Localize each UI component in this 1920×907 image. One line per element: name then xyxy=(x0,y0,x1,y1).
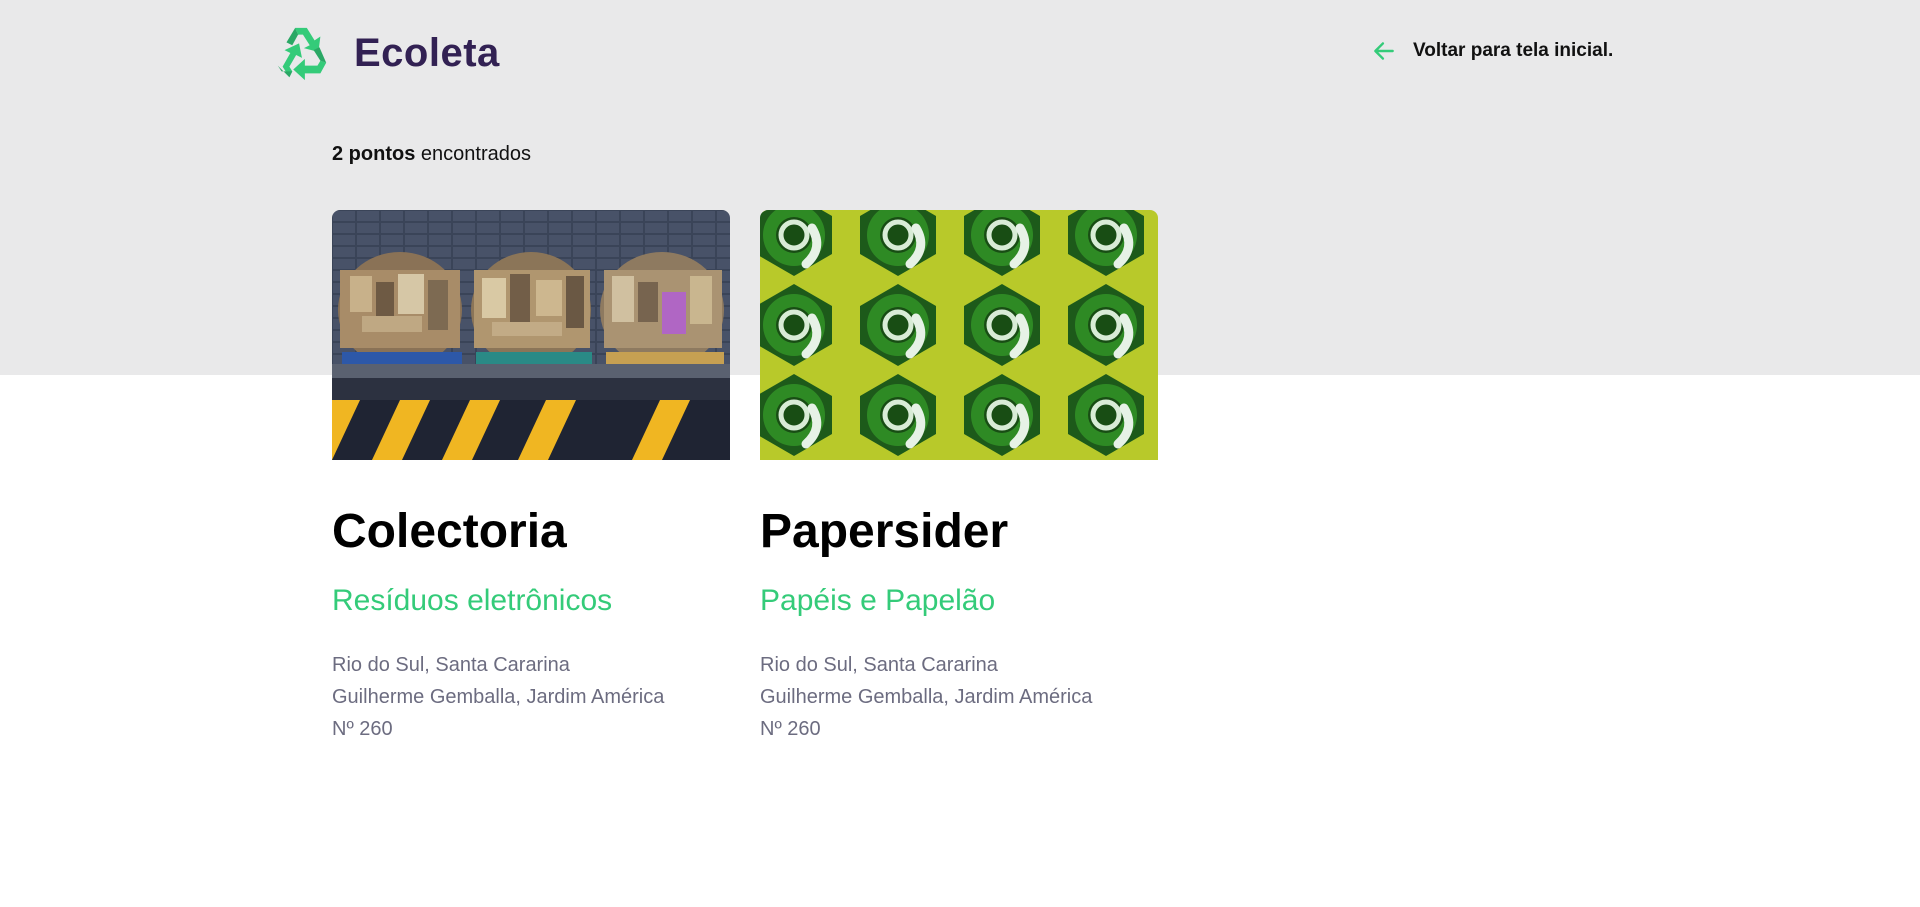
point-address: Rio do Sul, Santa Cararina Guilherme Gem… xyxy=(760,649,1158,745)
point-category: Resíduos eletrônicos xyxy=(332,583,613,617)
point-card[interactable]: Papersider Papéis e Papelão Rio do Sul, … xyxy=(760,210,1158,745)
cardboard-bales-image xyxy=(332,210,730,460)
logo[interactable]: Ecoleta xyxy=(270,22,500,84)
address-line: Guilherme Gemballa, Jardim América xyxy=(760,685,1093,708)
point-name: Colectoria xyxy=(332,505,567,558)
point-image xyxy=(760,210,1158,460)
results-count: 2 pontos encontrados xyxy=(332,143,531,166)
back-link-label: Voltar para tela inicial. xyxy=(1413,40,1614,61)
point-address: Rio do Sul, Santa Cararina Guilherme Gem… xyxy=(332,649,730,745)
logo-text: Ecoleta xyxy=(354,31,500,75)
address-line: Rio do Sul, Santa Cararina xyxy=(760,653,998,676)
arrow-left-icon xyxy=(1374,42,1394,60)
back-to-home-link[interactable]: Voltar para tela inicial. xyxy=(1371,38,1613,64)
recycle-icon xyxy=(277,27,327,81)
point-name: Papersider xyxy=(760,505,1009,558)
point-image xyxy=(332,210,730,460)
address-line: Guilherme Gemballa, Jardim América xyxy=(332,685,665,708)
glass-bottles-image xyxy=(760,210,1158,460)
address-line: Nº 260 xyxy=(760,717,821,740)
results-count-bold: 2 pontos xyxy=(332,143,416,165)
point-card[interactable]: Colectoria Resíduos eletrônicos Rio do S… xyxy=(332,210,730,745)
results-count-suffix: encontrados xyxy=(415,143,531,165)
address-line: Rio do Sul, Santa Cararina xyxy=(332,653,570,676)
address-line: Nº 260 xyxy=(332,717,393,740)
point-category: Papéis e Papelão xyxy=(760,583,996,617)
